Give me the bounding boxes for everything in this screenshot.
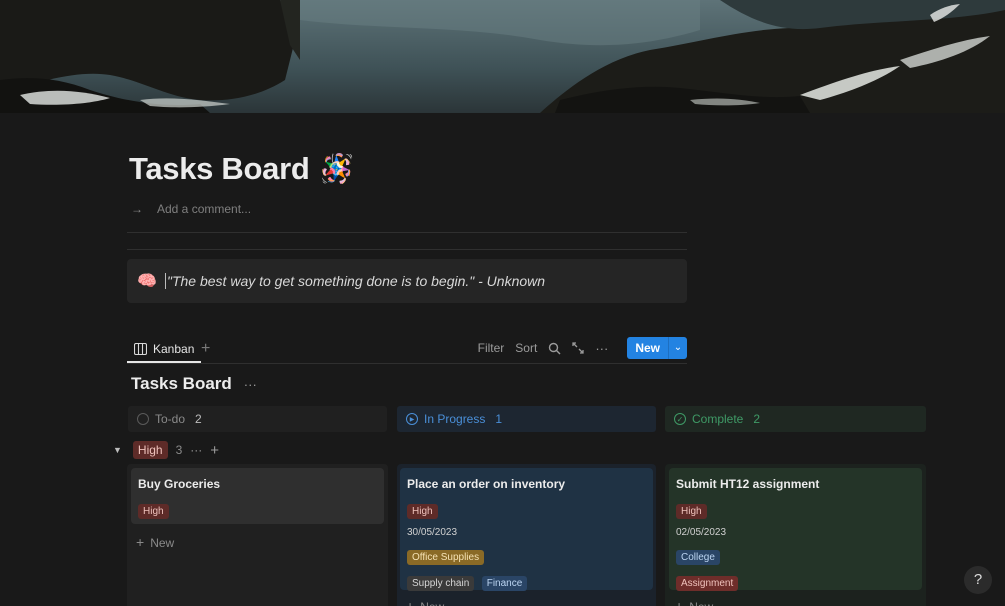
status-todo-icon	[137, 413, 149, 425]
add-view-icon[interactable]: +	[201, 340, 210, 358]
new-button-group[interactable]: New ⌄	[627, 337, 687, 359]
group-tag-high[interactable]: High	[132, 441, 168, 459]
callout-text[interactable]: "The best way to get something done is t…	[165, 273, 545, 289]
more-options-icon[interactable]: ···	[595, 341, 608, 356]
divider	[127, 249, 687, 250]
tag-finance: Finance	[481, 576, 528, 591]
divider	[127, 232, 687, 233]
chevron-down-icon[interactable]: ⌄	[668, 337, 687, 359]
database-view-bar: Kanban + Filter Sort ··· New ⌄	[127, 336, 687, 364]
add-comment-input[interactable]: Add a comment...	[157, 202, 251, 216]
plus-icon: +	[136, 534, 145, 550]
cover-painting	[0, 0, 1005, 113]
column-label: Complete	[692, 412, 744, 426]
group-count: 3	[175, 443, 183, 457]
collapse-caret-icon[interactable]: ▼	[113, 445, 122, 455]
comment-arrow-icon: →	[131, 202, 143, 216]
card-submit-assignment[interactable]: Submit HT12 assignment High 02/05/2023 C…	[669, 468, 922, 591]
help-button[interactable]: ?	[964, 566, 992, 594]
board-more-icon[interactable]: ···	[244, 377, 257, 392]
column-header-complete[interactable]: ✓ Complete 2	[665, 406, 926, 432]
add-comment-row[interactable]: → Add a comment...	[131, 202, 251, 216]
card-title: Place an order on inventory	[407, 477, 566, 491]
column-count: 2	[195, 412, 202, 426]
tag-college: College	[676, 550, 720, 565]
column-header-todo[interactable]: To-do 2	[128, 406, 387, 432]
card-title: Submit HT12 assignment	[676, 477, 820, 491]
add-new-label: New	[150, 536, 175, 550]
tab-kanban[interactable]: Kanban	[127, 336, 202, 363]
card-buy-groceries[interactable]: Buy Groceries High	[131, 468, 384, 524]
board-title-text[interactable]: Tasks Board	[131, 374, 232, 394]
plus-icon: +	[406, 598, 415, 606]
column-count: 1	[495, 412, 503, 426]
new-button[interactable]: New	[627, 337, 668, 359]
tag-office-supplies: Office Supplies	[407, 550, 485, 565]
add-new-label: New	[420, 600, 444, 606]
sort-button[interactable]: Sort	[515, 341, 537, 355]
group-more-icon[interactable]: ···	[190, 443, 202, 457]
page-title-text[interactable]: Tasks Board	[129, 151, 310, 187]
group-add-icon[interactable]: +	[210, 442, 219, 459]
expand-icon[interactable]	[572, 342, 584, 354]
add-new-card-button[interactable]: + New	[675, 598, 713, 606]
status-in-progress-icon: ▶	[406, 413, 418, 425]
column-label: In Progress	[424, 412, 486, 426]
quote-callout[interactable]: 🧠 "The best way to get something done is…	[127, 259, 687, 303]
add-new-label: New	[689, 600, 713, 606]
board-title[interactable]: Tasks Board ···	[131, 374, 257, 394]
search-icon[interactable]	[548, 342, 561, 355]
card-place-order[interactable]: Place an order on inventory High 30/05/2…	[400, 468, 653, 591]
group-row-high: ▼ High 3 ··· +	[113, 441, 219, 459]
tag-assignment: Assignment	[676, 576, 739, 591]
plus-icon: +	[675, 598, 684, 606]
kanban-icon	[134, 342, 147, 355]
add-new-card-button[interactable]: + New	[406, 598, 444, 606]
status-complete-icon: ✓	[674, 413, 686, 425]
page-icon-emoji[interactable]: 🪅	[319, 155, 354, 183]
filter-button[interactable]: Filter	[478, 341, 505, 355]
page-title[interactable]: Tasks Board 🪅	[129, 151, 354, 187]
tag-supply-chain: Supply chain	[407, 576, 475, 591]
card-title: Buy Groceries	[138, 477, 221, 491]
due-date: 30/05/2023	[407, 527, 458, 538]
due-date: 02/05/2023	[676, 527, 727, 538]
column-label: To-do	[155, 412, 186, 426]
add-new-card-button[interactable]: + New	[136, 534, 174, 550]
column-header-in-progress[interactable]: ▶ In Progress 1	[397, 406, 656, 432]
column-count: 2	[753, 412, 761, 426]
page-cover-image[interactable]	[0, 0, 1005, 113]
priority-tag: High	[676, 504, 707, 519]
brain-icon[interactable]: 🧠	[137, 271, 157, 291]
priority-tag: High	[407, 504, 438, 519]
view-toolbar: Filter Sort ··· New ⌄	[478, 337, 687, 359]
tab-kanban-label: Kanban	[153, 341, 195, 356]
priority-tag: High	[138, 504, 169, 519]
